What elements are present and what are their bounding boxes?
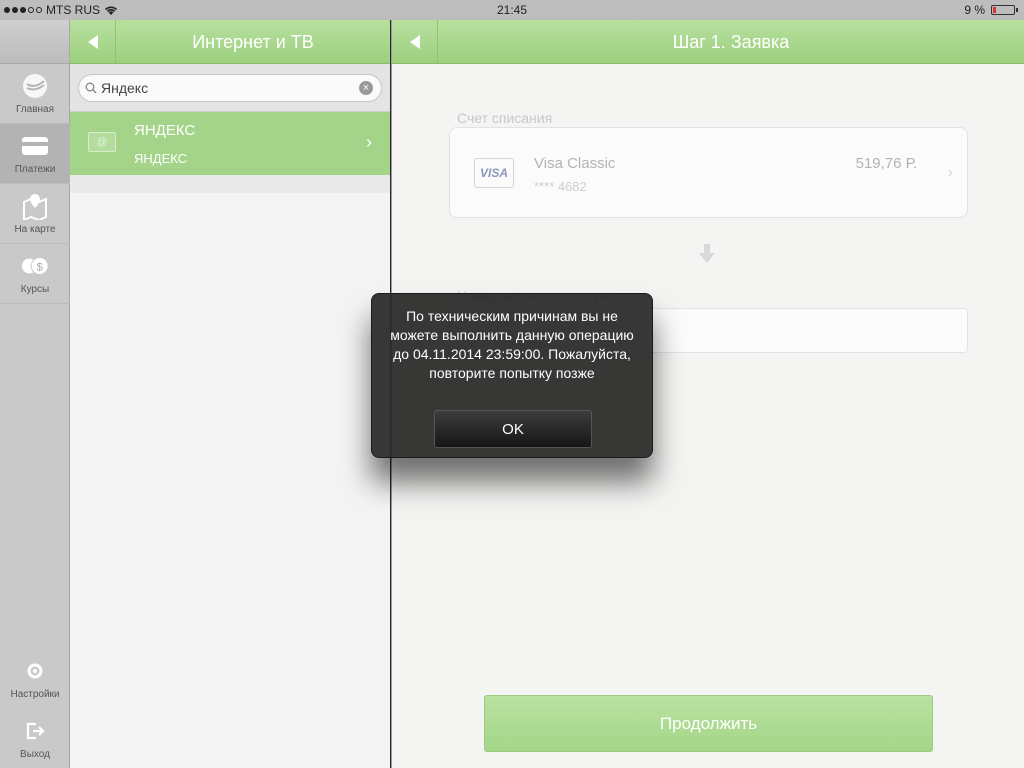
list-navbar: Интернет и ТВ [70, 20, 390, 64]
back-button[interactable] [70, 20, 116, 64]
clear-search-icon[interactable]: × [359, 81, 373, 95]
tab-payments[interactable]: Платежи [0, 124, 70, 184]
detail-title: Шаг 1. Заявка [672, 32, 790, 52]
tab-map[interactable]: На карте [0, 184, 70, 244]
card-number: **** 4682 [534, 179, 587, 194]
search-input[interactable]: Яндекс × [78, 74, 382, 102]
currency-icon: $ [20, 252, 50, 280]
list-item-yandex[interactable]: @ ЯНДЕКС ЯНДЕКС › [70, 112, 390, 175]
map-pin-icon [20, 192, 50, 220]
tab-label: Настройки [10, 689, 60, 700]
tab-rates[interactable]: $ Курсы [0, 244, 70, 304]
alert-message: По техническим причинам вы не можете вып… [390, 308, 634, 381]
list-title: Интернет и ТВ [192, 32, 314, 52]
chevron-right-icon: › [947, 164, 953, 181]
battery-icon [991, 5, 1015, 15]
tab-label: На карте [14, 224, 56, 235]
tab-label: Главная [15, 104, 55, 115]
card-balance: 519,76 Р. [855, 155, 917, 172]
provider-icon: @ [88, 132, 116, 152]
tab-label: Выход [20, 749, 50, 760]
gear-icon [20, 657, 50, 685]
arrow-down-icon [699, 244, 715, 263]
provider-subtitle: ЯНДЕКС [134, 151, 188, 166]
card-icon [20, 132, 50, 160]
provider-name: ЯНДЕКС [134, 122, 196, 139]
ok-button[interactable]: OK [434, 410, 592, 448]
clock: 21:45 [496, 3, 528, 17]
account-label: Счет списания [457, 110, 553, 126]
list-panel: Интернет и ТВ Яндекс × @ ЯНДЕКС ЯНДЕКС › [70, 20, 390, 768]
back-arrow-icon [87, 35, 98, 49]
search-bar: Яндекс × [70, 64, 390, 112]
search-query: Яндекс [101, 80, 149, 96]
tab-settings[interactable]: Настройки [0, 648, 70, 708]
detail-navbar: Шаг 1. Заявка [392, 20, 1024, 64]
search-icon [85, 82, 97, 94]
back-arrow-icon [409, 35, 420, 49]
battery-percent: 9 % [964, 3, 985, 17]
tab-label: Платежи [14, 164, 56, 175]
tab-home[interactable]: Главная [0, 64, 70, 124]
continue-button[interactable]: Продолжить [484, 695, 933, 752]
exit-icon [20, 717, 50, 745]
chevron-right-icon: › [366, 132, 372, 152]
back-button[interactable] [392, 20, 438, 64]
list-empty-area [70, 193, 390, 768]
status-bar: MTS RUS 21:45 9 % [0, 0, 1024, 20]
tab-bar: Главная Платежи На карте $ Курсы Настрой… [0, 20, 70, 768]
tab-bar-header [0, 20, 69, 64]
account-selector[interactable]: VISA Visa Classic **** 4682 519,76 Р. › [449, 127, 968, 218]
visa-logo-icon: VISA [474, 158, 514, 188]
bank-logo-icon [20, 72, 50, 100]
error-alert: По техническим причинам вы не можете вып… [371, 293, 653, 458]
card-name: Visa Classic [534, 155, 616, 172]
tab-exit[interactable]: Выход [0, 708, 70, 768]
svg-text:$: $ [37, 262, 44, 274]
tab-label: Курсы [20, 284, 50, 295]
battery-indicator: 9 % [964, 3, 1018, 17]
